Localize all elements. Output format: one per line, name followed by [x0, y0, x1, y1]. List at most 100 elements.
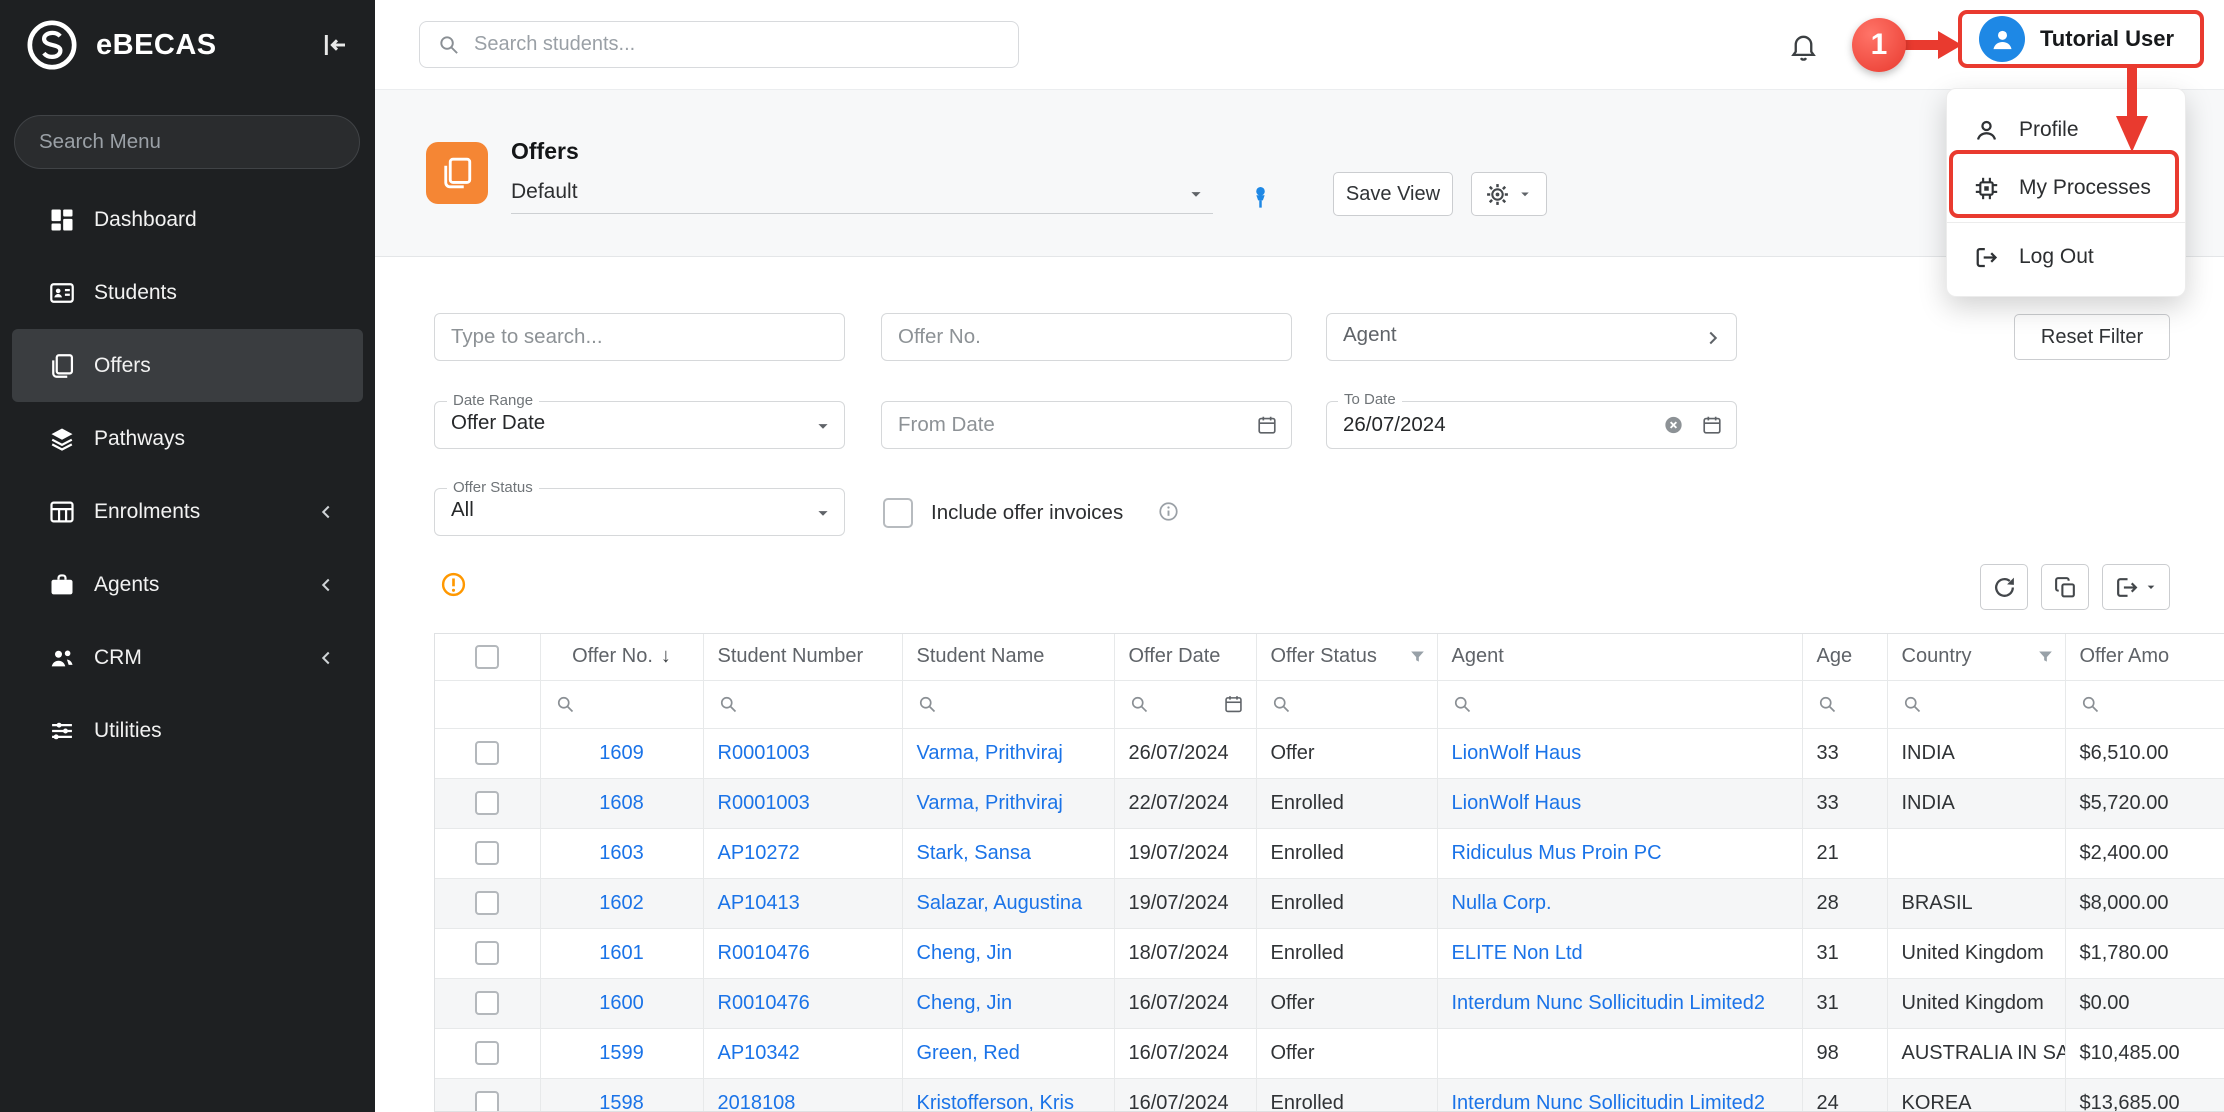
offer-no-input[interactable]: [881, 313, 1292, 361]
filter-age-cell[interactable]: [1802, 680, 1887, 728]
table-row[interactable]: 1600 R0010476 Cheng, Jin 16/07/2024 Offe…: [435, 978, 2224, 1028]
filter-funnel-icon[interactable]: [1408, 647, 1427, 666]
student-number-link[interactable]: R0010476: [718, 942, 810, 964]
quick-search-input[interactable]: [434, 313, 845, 361]
row-checkbox[interactable]: [475, 741, 499, 765]
agent-link[interactable]: LionWolf Haus: [1452, 742, 1582, 764]
table-row[interactable]: 1599 AP10342 Green, Red 16/07/2024 Offer…: [435, 1028, 2224, 1078]
student-name-link[interactable]: Cheng, Jin: [917, 992, 1013, 1014]
info-icon[interactable]: [1157, 500, 1180, 523]
notifications-button[interactable]: [1783, 26, 1823, 66]
filter-offer-amount-cell[interactable]: [2065, 680, 2224, 728]
grid-settings-button[interactable]: [1471, 172, 1547, 216]
clear-icon[interactable]: [1662, 414, 1685, 437]
student-name-link[interactable]: Salazar, Augustina: [917, 892, 1083, 914]
student-name-link[interactable]: Stark, Sansa: [917, 842, 1032, 864]
row-checkbox[interactable]: [475, 1041, 499, 1065]
filter-country-cell[interactable]: [1887, 680, 2065, 728]
sidebar-collapse-icon[interactable]: [319, 29, 351, 61]
refresh-button[interactable]: [1980, 564, 2028, 610]
filter-student-name-cell[interactable]: [902, 680, 1114, 728]
offer-no-link[interactable]: 1608: [599, 792, 644, 814]
filter-offer-status-cell[interactable]: [1256, 680, 1437, 728]
offer-status-select[interactable]: Offer Status All: [434, 488, 845, 536]
agent-link[interactable]: ELITE Non Ltd: [1452, 942, 1583, 964]
from-date-input[interactable]: [881, 401, 1292, 449]
offer-no-link[interactable]: 1599: [599, 1042, 644, 1064]
view-select[interactable]: Default: [511, 174, 1213, 214]
sidebar-item-utilities[interactable]: Utilities: [12, 694, 363, 767]
sidebar-item-offers[interactable]: Offers: [12, 329, 363, 402]
student-name-link[interactable]: Green, Red: [917, 1042, 1020, 1064]
offer-no-link[interactable]: 1602: [599, 892, 644, 914]
include-invoices-checkbox[interactable]: [883, 498, 913, 528]
save-view-button[interactable]: Save View: [1333, 172, 1453, 216]
offer-no-link[interactable]: 1598: [599, 1092, 644, 1112]
column-header-country[interactable]: Country: [1887, 634, 2065, 680]
reset-filter-button[interactable]: Reset Filter: [2014, 314, 2170, 360]
column-header-agent[interactable]: Agent: [1437, 634, 1802, 680]
pin-icon[interactable]: [1247, 184, 1274, 211]
sidebar-item-pathways[interactable]: Pathways: [12, 402, 363, 475]
filter-student-number-cell[interactable]: [703, 680, 902, 728]
sidebar-item-students[interactable]: Students: [12, 256, 363, 329]
column-header-offer-amount[interactable]: Offer Amo: [2065, 634, 2224, 680]
row-checkbox[interactable]: [475, 941, 499, 965]
student-name-link[interactable]: Cheng, Jin: [917, 942, 1013, 964]
sidebar-item-agents[interactable]: Agents: [12, 548, 363, 621]
filter-agent-cell[interactable]: [1437, 680, 1802, 728]
filter-alert-icon[interactable]: [439, 570, 468, 599]
filter-offer-no-cell[interactable]: [540, 680, 703, 728]
column-header-offer-no[interactable]: Offer No.↓: [540, 634, 703, 680]
calendar-icon[interactable]: [1701, 414, 1723, 436]
student-number-link[interactable]: AP10272: [718, 842, 800, 864]
filter-offer-date-cell[interactable]: [1114, 680, 1256, 728]
calendar-icon[interactable]: [1223, 694, 1244, 715]
calendar-icon[interactable]: [1256, 414, 1278, 436]
export-button[interactable]: [2102, 564, 2170, 610]
offer-no-link[interactable]: 1601: [599, 942, 644, 964]
agent-link[interactable]: LionWolf Haus: [1452, 792, 1582, 814]
student-name-link[interactable]: Kristofferson, Kris: [917, 1092, 1074, 1112]
row-checkbox[interactable]: [475, 841, 499, 865]
student-number-link[interactable]: AP10342: [718, 1042, 800, 1064]
select-all-checkbox[interactable]: [475, 645, 499, 669]
offer-no-link[interactable]: 1603: [599, 842, 644, 864]
row-checkbox[interactable]: [475, 991, 499, 1015]
menu-item-log-out[interactable]: Log Out: [1947, 228, 2185, 286]
student-number-link[interactable]: 2018108: [718, 1092, 796, 1112]
offer-no-link[interactable]: 1609: [599, 742, 644, 764]
agent-link[interactable]: Interdum Nunc Sollicitudin Limited2: [1452, 1092, 1766, 1112]
table-row[interactable]: 1601 R0010476 Cheng, Jin 18/07/2024 Enro…: [435, 928, 2224, 978]
offer-no-link[interactable]: 1600: [599, 992, 644, 1014]
table-row[interactable]: 1602 AP10413 Salazar, Augustina 19/07/20…: [435, 878, 2224, 928]
sidebar-item-enrolments[interactable]: Enrolments: [12, 475, 363, 548]
student-search-input[interactable]: [419, 21, 1019, 68]
column-header-age[interactable]: Age: [1802, 634, 1887, 680]
column-header-offer-date[interactable]: Offer Date: [1114, 634, 1256, 680]
date-range-select[interactable]: Date Range Offer Date: [434, 401, 845, 449]
student-name-link[interactable]: Varma, Prithviraj: [917, 792, 1063, 814]
column-header-student-name[interactable]: Student Name: [902, 634, 1114, 680]
agent-link[interactable]: Ridiculus Mus Proin PC: [1452, 842, 1662, 864]
student-number-link[interactable]: R0001003: [718, 742, 810, 764]
column-header-student-number[interactable]: Student Number: [703, 634, 902, 680]
column-header-offer-status[interactable]: Offer Status: [1256, 634, 1437, 680]
table-row[interactable]: 1598 2018108 Kristofferson, Kris 16/07/2…: [435, 1078, 2224, 1112]
sidebar-item-crm[interactable]: CRM: [12, 621, 363, 694]
sidebar-item-dashboard[interactable]: Dashboard: [12, 183, 363, 256]
agent-select[interactable]: Agent: [1326, 313, 1737, 361]
student-number-link[interactable]: AP10413: [718, 892, 800, 914]
row-checkbox[interactable]: [475, 891, 499, 915]
student-number-link[interactable]: R0001003: [718, 792, 810, 814]
student-number-link[interactable]: R0010476: [718, 992, 810, 1014]
agent-link[interactable]: Nulla Corp.: [1452, 892, 1552, 914]
menu-search-input[interactable]: [14, 115, 360, 169]
student-name-link[interactable]: Varma, Prithviraj: [917, 742, 1063, 764]
agent-link[interactable]: Interdum Nunc Sollicitudin Limited2: [1452, 992, 1766, 1014]
row-checkbox[interactable]: [475, 791, 499, 815]
filter-funnel-icon[interactable]: [2036, 647, 2055, 666]
table-row[interactable]: 1609 R0001003 Varma, Prithviraj 26/07/20…: [435, 728, 2224, 778]
table-row[interactable]: 1603 AP10272 Stark, Sansa 19/07/2024 Enr…: [435, 828, 2224, 878]
copy-button[interactable]: [2041, 564, 2089, 610]
